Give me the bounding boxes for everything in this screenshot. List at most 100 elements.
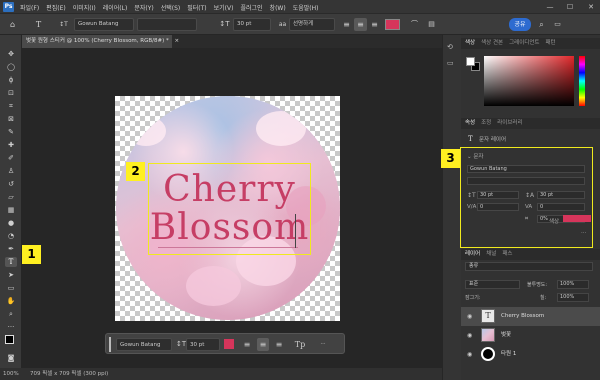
menu-item-8[interactable]: 플러그인 <box>240 3 262 12</box>
more-tools-icon[interactable]: ··· <box>5 322 17 332</box>
marquee-tool-icon[interactable]: ◯ <box>5 62 17 72</box>
menu-item-4[interactable]: 문자(Y) <box>134 3 153 12</box>
quick-mask-icon[interactable]: ◙ <box>5 353 17 363</box>
menu-item-1[interactable]: 편집(E) <box>46 3 66 12</box>
home-icon[interactable]: ⌂ <box>6 18 19 31</box>
clone-stamp-tool-icon[interactable]: ♙ <box>5 166 17 176</box>
toggle-orientation-icon[interactable]: ↕T <box>57 18 70 31</box>
char-leading-field[interactable]: 30 pt <box>537 191 585 199</box>
photoshop-logo-icon[interactable]: Ps <box>3 2 14 12</box>
char-tracking-field[interactable]: 0 <box>537 203 585 211</box>
close-tab-icon[interactable]: × <box>175 38 180 44</box>
healing-brush-tool-icon[interactable]: ✚ <box>5 140 17 150</box>
props-tab-0[interactable]: 속성 <box>465 118 475 129</box>
brush-tool-icon[interactable]: ✐ <box>5 153 17 163</box>
layers-tab-0[interactable]: 레이어 <box>465 249 480 260</box>
font-size-select[interactable]: 30 pt <box>233 18 271 31</box>
warp-text-icon[interactable]: ⌒ <box>408 18 421 31</box>
hand-tool-icon[interactable]: ✋ <box>5 296 17 306</box>
visibility-eye-icon[interactable]: ◉ <box>467 345 472 364</box>
ctx-text-options-icon[interactable]: Tp <box>294 338 306 351</box>
eyedropper-tool-icon[interactable]: ✎ <box>5 127 17 137</box>
ctx-font-size-select[interactable]: 30 pt <box>186 338 220 351</box>
history-icon[interactable]: ⟲ <box>447 43 453 51</box>
layer-row[interactable]: ◉ 타원 1 <box>461 345 600 364</box>
ctx-font-family-select[interactable]: Gowun Batang <box>116 338 172 351</box>
ctx-more-icon[interactable]: ··· <box>316 338 330 351</box>
minimize-icon[interactable]: — <box>543 0 557 14</box>
search-icon[interactable]: ⌕ <box>535 18 548 31</box>
pen-tool-icon[interactable]: ✒ <box>5 244 17 254</box>
text-color-swatch[interactable] <box>385 19 400 30</box>
zoom-level[interactable]: 100% <box>0 368 22 380</box>
visibility-eye-icon[interactable]: ◉ <box>467 307 472 326</box>
workspace-icon[interactable]: ▭ <box>551 18 564 31</box>
align-center-icon[interactable]: ≡ <box>354 18 367 31</box>
antialias-select[interactable]: 선명하게 <box>289 18 335 31</box>
char-font-family-field[interactable]: Gowun Batang <box>467 165 585 173</box>
font-family-select[interactable]: Gowun Batang <box>74 18 134 31</box>
history-brush-tool-icon[interactable]: ↺ <box>5 179 17 189</box>
layers-tab-2[interactable]: 패스 <box>502 249 512 260</box>
layers-tab-1[interactable]: 채널 <box>486 249 496 260</box>
menu-item-10[interactable]: 도움말(H) <box>293 3 319 12</box>
shape-tool-icon[interactable]: ▭ <box>5 283 17 293</box>
char-font-size-field[interactable]: 30 pt <box>477 191 519 199</box>
lasso-tool-icon[interactable]: ϕ <box>5 75 17 85</box>
menu-item-7[interactable]: 보기(V) <box>214 3 234 12</box>
char-kerning-field[interactable]: 0 <box>477 203 519 211</box>
menu-item-9[interactable]: 창(W) <box>270 3 286 12</box>
comments-icon[interactable]: ▭ <box>447 59 454 67</box>
character-panel-icon[interactable]: ▤ <box>425 18 438 31</box>
gradient-tool-icon[interactable]: ▦ <box>5 205 17 215</box>
align-left-icon[interactable]: ≡ <box>340 18 353 31</box>
char-font-style-field[interactable] <box>467 177 585 185</box>
drag-handle[interactable] <box>109 337 111 352</box>
visibility-eye-icon[interactable]: ◉ <box>467 326 472 345</box>
ctx-align-left-icon[interactable]: ≡ <box>241 338 253 351</box>
close-window-icon[interactable]: ✕ <box>584 0 598 14</box>
maximize-icon[interactable]: ☐ <box>563 0 577 14</box>
char-more-icon[interactable]: ··· <box>581 230 586 236</box>
object-select-tool-icon[interactable]: ⊡ <box>5 88 17 98</box>
color-tab-2[interactable]: 그레이디언트 <box>509 38 539 49</box>
blur-tool-icon[interactable]: ● <box>5 218 17 228</box>
dodge-tool-icon[interactable]: ◔ <box>5 231 17 241</box>
ctx-align-center-icon[interactable]: ≡ <box>257 338 269 351</box>
menu-item-0[interactable]: 파일(F) <box>20 3 39 12</box>
color-foreground-swatch[interactable] <box>466 57 475 66</box>
move-tool-icon[interactable]: ✥ <box>5 49 17 59</box>
menu-item-3[interactable]: 레이어(L) <box>103 3 128 12</box>
path-select-tool-icon[interactable]: ➤ <box>5 270 17 280</box>
color-tab-0[interactable]: 색상 <box>465 38 475 49</box>
char-color-swatch[interactable] <box>563 215 591 222</box>
document-tab[interactable]: 벚꽃 원형 스티커 @ 100% (Cherry Blossom, RGB/8#… <box>22 35 179 48</box>
type-tool-icon[interactable]: T <box>5 257 17 267</box>
props-tab-1[interactable]: 조정 <box>481 118 491 129</box>
zoom-tool-icon[interactable]: ⌕ <box>5 309 17 319</box>
share-button[interactable]: 공유 <box>509 18 531 31</box>
foreground-color-swatch[interactable] <box>5 335 14 344</box>
opacity-field[interactable]: 100% <box>557 280 589 289</box>
hue-slider[interactable] <box>579 56 585 106</box>
ctx-color-swatch[interactable] <box>224 339 234 349</box>
font-style-select[interactable] <box>137 18 197 31</box>
color-tab-3[interactable]: 패턴 <box>546 38 556 49</box>
eraser-tool-icon[interactable]: ▱ <box>5 192 17 202</box>
props-tab-2[interactable]: 라이브러리 <box>497 118 522 129</box>
crop-tool-icon[interactable]: ⌗ <box>5 101 17 111</box>
menu-item-6[interactable]: 필터(T) <box>187 3 206 12</box>
frame-tool-icon[interactable]: ⊠ <box>5 114 17 124</box>
layer-row[interactable]: ◉ T Cherry Blossom <box>461 307 600 326</box>
color-picker-field[interactable] <box>484 56 574 106</box>
color-tab-1[interactable]: 색상 견본 <box>481 38 503 49</box>
blend-mode-select[interactable]: 표준 <box>465 280 520 289</box>
layer-row[interactable]: ◉ 벚꽃 <box>461 326 600 345</box>
align-right-icon[interactable]: ≡ <box>368 18 381 31</box>
type-tool-preset-icon[interactable]: T <box>32 18 45 31</box>
menu-item-2[interactable]: 이미지(I) <box>73 3 96 12</box>
ctx-align-right-icon[interactable]: ≡ <box>273 338 285 351</box>
layer-kind-filter[interactable]: 종류 <box>465 262 593 271</box>
fill-field[interactable]: 100% <box>557 293 589 302</box>
menu-item-5[interactable]: 선택(S) <box>161 3 181 12</box>
